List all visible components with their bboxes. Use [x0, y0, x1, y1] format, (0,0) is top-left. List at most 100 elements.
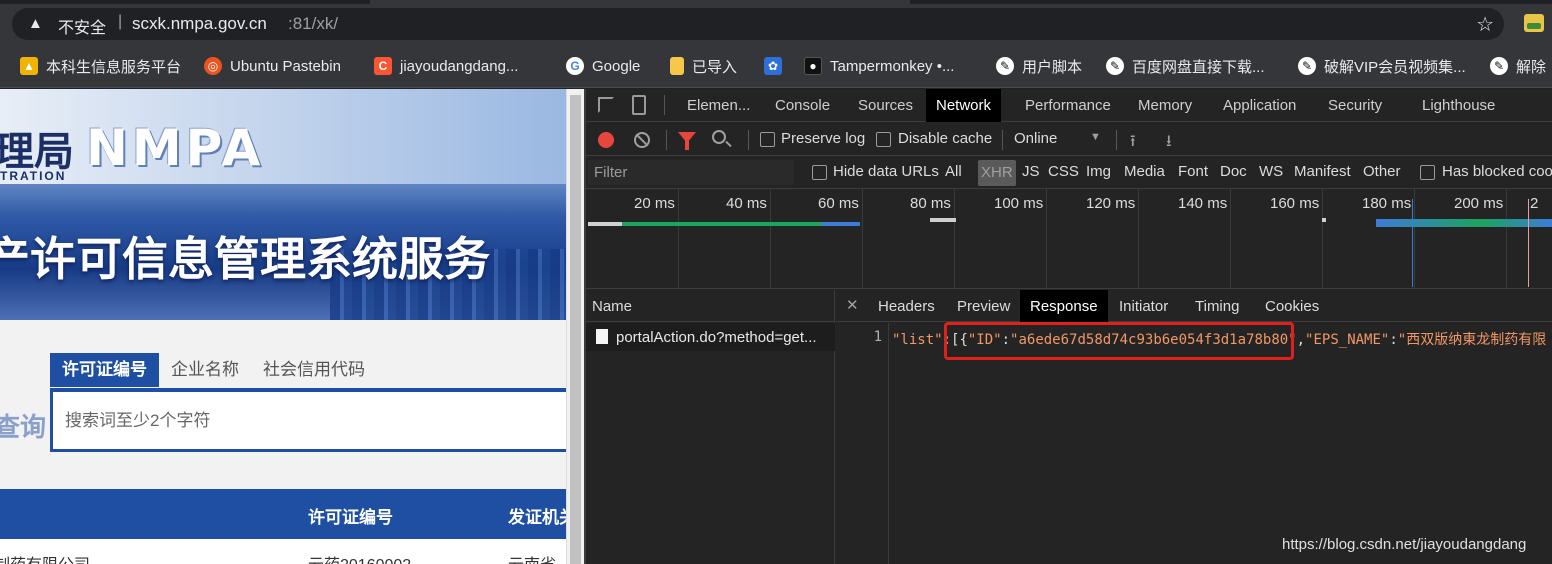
- timeline-bar: [622, 222, 822, 226]
- device-toolbar-icon[interactable]: [632, 95, 646, 115]
- request-row[interactable]: portalAction.do?method=get...: [586, 323, 835, 351]
- tab-performance[interactable]: Performance: [1023, 89, 1113, 122]
- tab-initiator[interactable]: Initiator: [1117, 290, 1170, 322]
- active-tab-edge[interactable]: [370, 0, 910, 4]
- close-icon[interactable]: ✕: [846, 296, 859, 314]
- security-label[interactable]: 不安全: [58, 14, 106, 38]
- url-host[interactable]: scxk.nmpa.gov.cn: [132, 14, 267, 34]
- bookmark-item[interactable]: ▲ 本科生信息服务平台: [20, 54, 181, 78]
- tick-line: [1414, 189, 1415, 289]
- has-blocked-cookies-checkbox[interactable]: [1420, 165, 1435, 180]
- filter-input[interactable]: [588, 160, 794, 185]
- record-icon[interactable]: [598, 132, 614, 148]
- import-har-icon[interactable]: ⭱: [1130, 130, 1136, 157]
- query-button[interactable]: 查询: [0, 407, 46, 444]
- bookmark-label: Ubuntu Pastebin: [230, 57, 341, 75]
- extension-icon[interactable]: [1524, 14, 1544, 32]
- bookmark-item[interactable]: ● Tampermonkey •...: [804, 54, 954, 78]
- results-table-header: 许可证编号 发证机关: [0, 489, 566, 539]
- tab-preview[interactable]: Preview: [955, 290, 1012, 322]
- export-har-icon[interactable]: ⭳: [1166, 130, 1172, 157]
- filter-xhr[interactable]: XHR: [978, 160, 1016, 186]
- tab-response[interactable]: Response: [1020, 290, 1108, 322]
- scroll-thumb[interactable]: [570, 95, 581, 564]
- bookmark-item[interactable]: ✎ 破解VIP会员视频集...: [1298, 54, 1466, 78]
- bookmark-item[interactable]: ✎ 解除: [1490, 54, 1546, 78]
- bookmark-item[interactable]: C jiayoudangdang...: [374, 54, 518, 78]
- filter-all[interactable]: All: [945, 163, 962, 180]
- bookmark-item[interactable]: ✎ 用户脚本: [996, 54, 1082, 78]
- tab-security[interactable]: Security: [1326, 89, 1384, 122]
- inspect-element-icon[interactable]: [598, 97, 614, 113]
- preserve-log-checkbox[interactable]: [760, 132, 775, 147]
- address-separator: |: [118, 13, 123, 30]
- tampermonkey-icon: ●: [804, 57, 822, 75]
- tab-application[interactable]: Application: [1221, 89, 1298, 122]
- throttling-select[interactable]: Online: [1014, 130, 1057, 147]
- table-row[interactable]: 制药有限公司 云药20160002 云南省: [0, 539, 566, 564]
- filter-css[interactable]: CSS: [1048, 163, 1079, 180]
- divider: [748, 130, 749, 150]
- url-path[interactable]: :81/xk/: [288, 14, 338, 34]
- response-viewer[interactable]: 1 "list":[{"ID":"a6ede67d58d74c93b6e054f…: [836, 322, 1552, 564]
- bookmark-item[interactable]: G Google: [566, 54, 640, 78]
- bookmark-star-icon[interactable]: ☆: [1476, 12, 1494, 37]
- divider: [1116, 130, 1117, 150]
- filter-js[interactable]: JS: [1022, 163, 1040, 180]
- tab-elements[interactable]: Elemen...: [685, 89, 752, 122]
- hide-data-urls-checkbox[interactable]: [812, 165, 827, 180]
- devtools-panel: Elemen... Console Sources Network Perfor…: [586, 89, 1552, 564]
- filter-font[interactable]: Font: [1178, 163, 1208, 180]
- search-tabs: 许可证编号 企业名称 社会信用代码: [50, 353, 377, 387]
- line-gutter: 1: [836, 323, 889, 564]
- tab-timing[interactable]: Timing: [1193, 290, 1241, 322]
- filter-manifest[interactable]: Manifest: [1294, 163, 1351, 180]
- tab-credit-code[interactable]: 社会信用代码: [251, 353, 377, 387]
- preserve-log-label[interactable]: Preserve log: [781, 130, 865, 147]
- filter-other[interactable]: Other: [1363, 163, 1401, 180]
- tab-sources[interactable]: Sources: [856, 89, 915, 122]
- tab-lighthouse[interactable]: Lighthouse: [1420, 89, 1497, 122]
- bookmark-item[interactable]: ✿: [764, 54, 782, 78]
- warning-icon[interactable]: ▲: [28, 15, 43, 32]
- filter-icon[interactable]: [678, 132, 696, 150]
- tab-memory[interactable]: Memory: [1136, 89, 1194, 122]
- folder-icon: [670, 57, 684, 75]
- name-column-header[interactable]: Name: [592, 298, 632, 315]
- search-icon[interactable]: [712, 130, 726, 144]
- json-key: "list": [892, 332, 943, 348]
- filter-doc[interactable]: Doc: [1220, 163, 1247, 180]
- hide-data-urls-label[interactable]: Hide data URLs: [833, 163, 939, 180]
- tab-headers[interactable]: Headers: [876, 290, 937, 322]
- details-tabbar: ✕ Headers Preview Response Initiator Tim…: [836, 290, 1552, 322]
- network-panes: Name portalAction.do?method=get... ✕ Hea…: [586, 290, 1552, 564]
- tab-console[interactable]: Console: [773, 89, 832, 122]
- search-input[interactable]: [65, 408, 545, 434]
- address-bar[interactable]: ▲ 不安全 | scxk.nmpa.gov.cn :81/xk/ ☆: [12, 8, 1504, 40]
- tick-line: [1138, 189, 1139, 289]
- tick-label: 100 ms: [994, 195, 1044, 212]
- bookmark-label: 本科生信息服务平台: [46, 58, 182, 76]
- bookmark-item[interactable]: 已导入: [670, 54, 737, 78]
- tick-label: 180 ms: [1362, 195, 1412, 212]
- tick-label: 40 ms: [726, 195, 767, 212]
- has-blocked-cookies-label[interactable]: Has blocked coo: [1442, 163, 1552, 180]
- tab-cookies[interactable]: Cookies: [1263, 290, 1321, 322]
- bookmark-item[interactable]: ◎ Ubuntu Pastebin: [204, 54, 341, 78]
- tick-line: [1230, 189, 1231, 289]
- bookmark-item[interactable]: ✎ 百度网盘直接下载...: [1106, 54, 1265, 78]
- filter-ws[interactable]: WS: [1259, 163, 1283, 180]
- tab-company-name[interactable]: 企业名称: [159, 353, 251, 387]
- clear-icon[interactable]: [634, 132, 650, 148]
- tab-network[interactable]: Network: [926, 89, 1002, 122]
- filter-media[interactable]: Media: [1124, 163, 1165, 180]
- page-scrollbar[interactable]: [566, 89, 584, 564]
- disable-cache-label[interactable]: Disable cache: [898, 130, 992, 147]
- timeline-bar: [822, 222, 860, 226]
- filter-img[interactable]: Img: [1086, 163, 1111, 180]
- tick-line: [1506, 189, 1507, 289]
- tab-license-number[interactable]: 许可证编号: [50, 353, 159, 387]
- network-overview-timeline[interactable]: 20 ms 40 ms 60 ms 80 ms 100 ms 120 ms 14…: [586, 189, 1552, 289]
- disable-cache-checkbox[interactable]: [876, 132, 891, 147]
- chevron-down-icon[interactable]: ▼: [1090, 131, 1101, 143]
